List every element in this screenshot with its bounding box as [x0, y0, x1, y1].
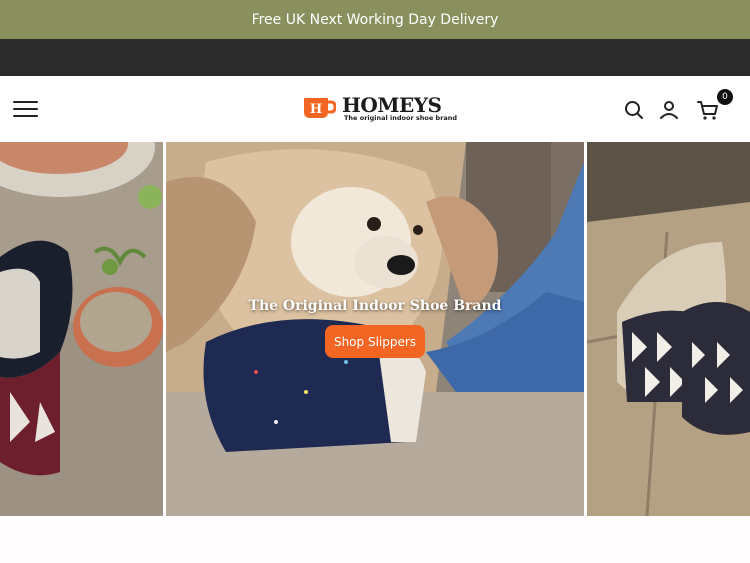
menu-icon[interactable]	[13, 100, 38, 118]
cart-icon[interactable]	[696, 98, 720, 122]
search-icon[interactable]	[622, 98, 646, 122]
account-icon[interactable]	[657, 98, 681, 122]
site-header: H HOMEYS The original indoor shoe brand	[0, 76, 750, 142]
site-logo[interactable]: H HOMEYS The original indoor shoe brand	[302, 93, 457, 124]
top-dark-bar	[0, 39, 750, 76]
hero-image-left	[0, 142, 163, 516]
cart-count-badge: 0	[717, 89, 733, 105]
shop-slippers-button[interactable]: Shop Slippers	[325, 325, 425, 358]
content-area	[0, 516, 750, 563]
svg-text:H: H	[310, 102, 322, 117]
logo-tagline: The original indoor shoe brand	[344, 114, 458, 122]
announcement-text: Free UK Next Working Day Delivery	[251, 11, 499, 28]
announcement-bar: Free UK Next Working Day Delivery	[0, 0, 750, 39]
hero-headline: The Original Indoor Shoe Brand	[248, 298, 502, 314]
logo-cup-icon: H	[304, 98, 336, 118]
hero-banner: The Original Indoor Shoe Brand Shop Slip…	[0, 142, 750, 516]
hero-image-right	[587, 142, 750, 516]
